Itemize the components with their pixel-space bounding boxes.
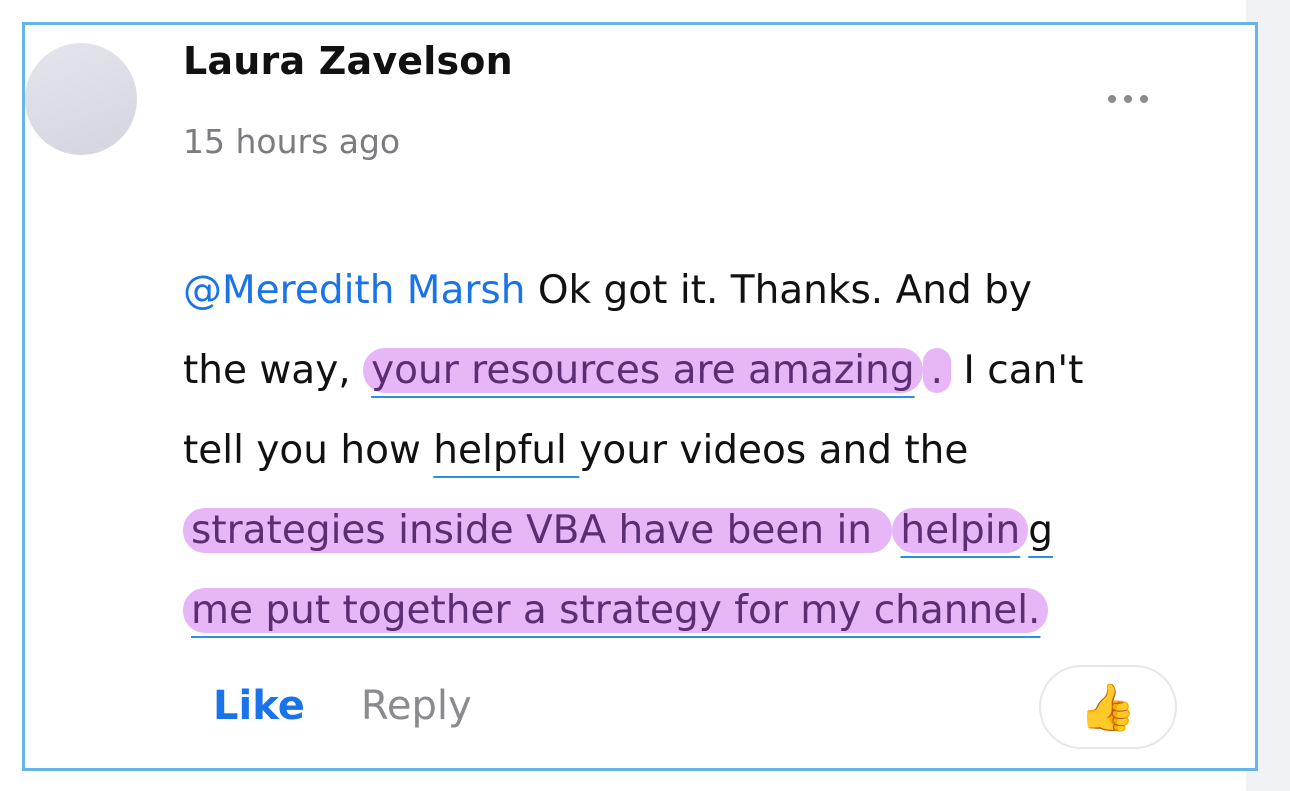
reaction-button[interactable]: 👍 <box>1039 665 1177 749</box>
highlighted-text: your resources are amazing <box>363 348 923 393</box>
highlighted-text: me put together a strategy for my channe… <box>183 588 1049 633</box>
comment-body: @Meredith Marsh Ok got it. Thanks. And b… <box>183 251 1223 651</box>
comment-actions: Like Reply <box>213 683 472 729</box>
avatar[interactable] <box>25 43 137 155</box>
thumbs-up-icon: 👍 <box>1079 680 1137 734</box>
like-button[interactable]: Like <box>213 683 305 729</box>
comment-text-segment: the way, <box>183 348 364 393</box>
comment-body-line: @Meredith Marsh Ok got it. Thanks. And b… <box>183 251 1223 331</box>
comment-text-segment: I can't <box>951 348 1084 393</box>
underlined-text: g <box>1028 508 1054 553</box>
comment-body-line: me put together a strategy for my channe… <box>183 571 1223 651</box>
more-horizontal-icon <box>1140 95 1148 103</box>
highlighted-text: . <box>922 348 952 393</box>
comment-body-line: the way, your resources are amazing. I c… <box>183 331 1223 411</box>
more-options-button[interactable] <box>1093 79 1163 119</box>
comment-card: Laura Zavelson 15 hours ago @Meredith Ma… <box>22 22 1258 771</box>
comment-text-segment: tell you how <box>183 428 434 473</box>
reply-button[interactable]: Reply <box>361 683 472 729</box>
more-horizontal-icon <box>1124 95 1132 103</box>
highlighted-text: strategies inside VBA have been in <box>183 508 893 553</box>
more-horizontal-icon <box>1108 95 1116 103</box>
comment-body-line: tell you how helpful your videos and the <box>183 411 1223 491</box>
author-name[interactable]: Laura Zavelson <box>183 39 513 83</box>
comment-text-segment: your videos and the <box>579 428 969 473</box>
comment-body-line: strategies inside VBA have been in helpi… <box>183 491 1223 571</box>
highlighted-text: helpin <box>892 508 1029 553</box>
mention-link[interactable]: @Meredith Marsh <box>183 268 525 313</box>
comment-text-segment: Ok got it. Thanks. And by <box>525 268 1032 313</box>
comment-timestamp: 15 hours ago <box>183 122 401 161</box>
underlined-text: helpful <box>433 428 580 473</box>
